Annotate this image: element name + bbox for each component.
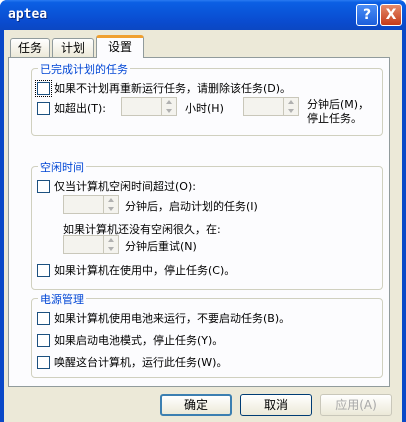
help-icon: ?: [362, 7, 372, 23]
delete-task-label: 如果不计划再重新运行任务，请删除该任务(D)。: [54, 82, 292, 95]
tab-task[interactable]: 任务: [10, 38, 50, 57]
wake-to-run-row[interactable]: 唤醒这台计算机，运行此任务(W)。: [37, 354, 227, 370]
hours-spinbox[interactable]: [121, 97, 177, 116]
tab-schedule[interactable]: 计划: [52, 38, 94, 57]
no-start-on-battery-checkbox[interactable]: [37, 311, 50, 325]
retry-minutes-label: 分钟后重试(N): [125, 240, 197, 253]
completed-task-group-title: 已完成计划的任务: [38, 61, 130, 77]
stop-on-battery-label: 如果启动电池模式，停止任务(Y)。: [54, 334, 224, 347]
no-start-on-battery-row[interactable]: 如果计算机使用电池来运行，不要启动任务(B)。: [37, 310, 290, 326]
cancel-button[interactable]: 取消: [240, 394, 312, 416]
spin-down-icon: [288, 109, 294, 113]
window-title: aptea: [8, 7, 48, 22]
hours-label: 小时(H): [185, 102, 224, 115]
apply-button[interactable]: 应用(A): [320, 394, 392, 416]
retry-minutes-spinbox[interactable]: [63, 235, 119, 254]
settings-panel: 已完成计划的任务 如果不计划再重新运行任务，请删除该任务(D)。 如超出(T):…: [8, 57, 390, 387]
stop-on-battery-checkbox[interactable]: [37, 333, 50, 347]
only-if-idle-checkbox[interactable]: [37, 179, 50, 193]
retry-minutes-spin-arrows[interactable]: [103, 236, 118, 253]
close-icon: X: [385, 7, 397, 23]
minutes-spinbox[interactable]: [243, 97, 299, 116]
title-bar[interactable]: aptea ? X: [0, 0, 406, 30]
stop-if-in-use-row[interactable]: 如果计算机在使用中，停止任务(C)。: [37, 262, 235, 278]
spin-up-icon: [108, 198, 114, 202]
idle-minutes-spinbox[interactable]: [63, 195, 119, 214]
close-button[interactable]: X: [380, 4, 402, 26]
idle-minutes-spin-arrows[interactable]: [103, 196, 118, 213]
stop-if-in-use-label: 如果计算机在使用中，停止任务(C)。: [54, 264, 236, 277]
hours-spin-arrows[interactable]: [161, 98, 176, 115]
stop-if-in-use-checkbox[interactable]: [37, 263, 50, 277]
stop-on-battery-row[interactable]: 如果启动电池模式，停止任务(Y)。: [37, 332, 223, 348]
wake-to-run-checkbox[interactable]: [37, 355, 50, 369]
minutes-label-line2: 停止任务。: [307, 112, 362, 125]
spin-up-icon: [166, 100, 172, 104]
spin-up-icon: [108, 238, 114, 242]
stop-after-checkbox[interactable]: [37, 101, 50, 115]
spin-up-icon: [288, 100, 294, 104]
delete-task-row[interactable]: 如果不计划再重新运行任务，请删除该任务(D)。: [35, 79, 292, 97]
help-button[interactable]: ?: [356, 4, 378, 26]
dialog-client-area: 任务 计划 设置 已完成计划的任务 如果不计划再重新运行任务，请删除该任务(D)…: [4, 30, 402, 422]
only-if-idle-row[interactable]: 仅当计算机空闲时间超过(O):: [37, 178, 196, 194]
ok-button[interactable]: 确定: [160, 394, 232, 416]
spin-down-icon: [166, 109, 172, 113]
spin-down-icon: [108, 207, 114, 211]
dialog-window: aptea ? X 任务 计划 设置 已完成计划的任务 如果不计划再重新运行任务…: [0, 0, 406, 422]
only-if-idle-label: 仅当计算机空闲时间超过(O):: [54, 180, 196, 193]
stop-after-label: 如超出(T):: [54, 102, 107, 115]
power-management-group-title: 电源管理: [38, 291, 86, 307]
idle-minutes-label: 分钟后，启动计划的任务(I): [125, 200, 258, 213]
delete-task-checkbox[interactable]: [35, 79, 52, 97]
stop-after-row[interactable]: 如超出(T):: [37, 100, 106, 116]
tab-settings[interactable]: 设置: [96, 35, 144, 58]
idle-time-group-title: 空闲时间: [38, 159, 86, 175]
no-start-on-battery-label: 如果计算机使用电池来运行，不要启动任务(B)。: [54, 312, 291, 325]
wake-to-run-label: 唤醒这台计算机，运行此任务(W)。: [54, 356, 228, 369]
spin-down-icon: [108, 247, 114, 251]
minutes-spin-arrows[interactable]: [283, 98, 298, 115]
